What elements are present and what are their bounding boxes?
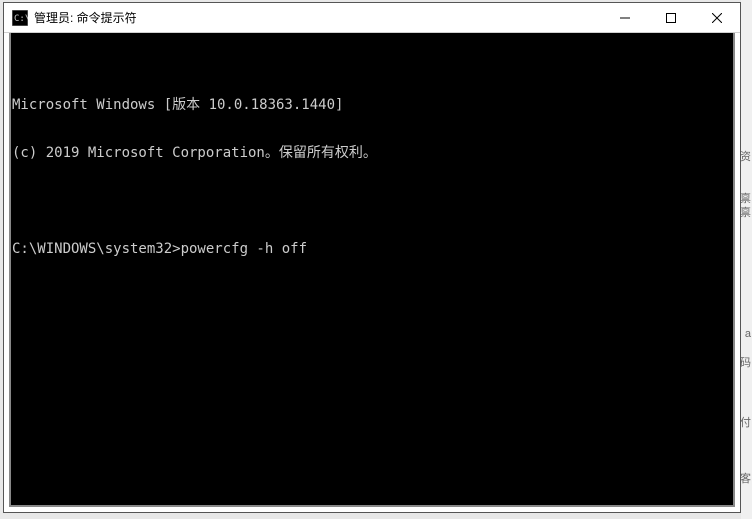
desktop-text-fragment: 客 [741,470,751,486]
terminal-line: Microsoft Windows [版本 10.0.18363.1440] [12,97,733,113]
minimize-icon [620,13,630,23]
terminal-line [12,193,733,209]
terminal-line: C:\WINDOWS\system32>powercfg -h off [12,241,733,257]
desktop-text-fragment: 码 [741,354,751,370]
close-icon [712,13,722,23]
close-button[interactable] [694,3,740,32]
window-title: 管理员: 命令提示符 [34,9,602,26]
terminal-area[interactable]: Microsoft Windows [版本 10.0.18363.1440] (… [9,33,735,507]
svg-text:C:\: C:\ [14,14,28,24]
desktop-edge: 资 禀 禀 a 码 付 客 [741,0,752,519]
desktop-text-fragment: 资 [741,148,751,164]
terminal-line [12,289,733,305]
cmd-icon: C:\ [12,10,28,26]
desktop-text-fragment: 付 [741,414,751,430]
terminal-content: Microsoft Windows [版本 10.0.18363.1440] (… [11,65,733,337]
desktop-text-fragment: 禀 [741,204,751,220]
window-controls [602,3,740,32]
minimize-button[interactable] [602,3,648,32]
titlebar[interactable]: C:\ 管理员: 命令提示符 [4,3,740,33]
desktop-text-fragment: a [745,328,751,340]
maximize-icon [666,13,676,23]
maximize-button[interactable] [648,3,694,32]
cmd-window: C:\ 管理员: 命令提示符 Mi [3,2,741,513]
terminal-line: (c) 2019 Microsoft Corporation。保留所有权利。 [12,145,733,161]
